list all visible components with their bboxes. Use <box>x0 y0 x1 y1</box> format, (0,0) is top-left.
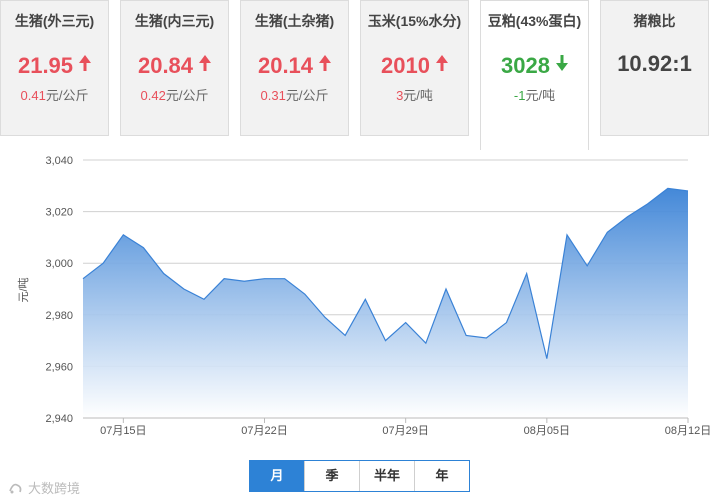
up-arrow-icon <box>79 51 92 77</box>
card-change: 0.31元/公斤 <box>260 88 329 103</box>
y-tick-label: 2,960 <box>45 361 73 373</box>
card-change: 0.41元/公斤 <box>20 88 89 103</box>
card-title: 玉米(15%水分) <box>367 13 462 29</box>
y-tick-label: 3,040 <box>45 155 73 167</box>
card-soymeal[interactable]: 豆粕(43%蛋白) 3028 -1元/吨 <box>480 0 589 150</box>
price-chart: 2,940 2,960 2,980 3,000 3,020 3,040 07月15日 07月2… <box>0 150 716 440</box>
tab-quarter[interactable]: 季 <box>304 461 359 491</box>
up-arrow-icon <box>435 51 448 77</box>
chart-svg: 2,940 2,960 2,980 3,000 3,020 3,040 07月15日 07月2… <box>17 155 711 437</box>
y-tick-label: 3,020 <box>45 207 73 219</box>
card-price: 20.14 <box>241 51 348 79</box>
card-title: 豆粕(43%蛋白) <box>487 13 582 29</box>
card-pig-local[interactable]: 生猪(土杂猪) 20.14 0.31元/公斤 <box>240 0 349 136</box>
card-change: 0.42元/公斤 <box>140 88 209 103</box>
x-tick-label: 08月05日 <box>524 425 570 437</box>
price-cards: 生猪(外三元) 21.95 0.41元/公斤 生猪(内三元) 20.84 0.4… <box>0 0 716 150</box>
card-pig-inner[interactable]: 生猪(内三元) 20.84 0.42元/公斤 <box>120 0 229 136</box>
tab-half-year[interactable]: 半年 <box>359 461 414 491</box>
card-title: 生猪(内三元) <box>134 13 215 29</box>
period-tabs: 月 季 半年 年 <box>249 460 470 492</box>
up-arrow-icon <box>199 51 212 77</box>
card-price: 21.95 <box>1 51 108 79</box>
down-arrow-icon <box>555 51 568 77</box>
card-pig-foreign[interactable]: 生猪(外三元) 21.95 0.41元/公斤 <box>0 0 109 136</box>
y-tick-label: 2,980 <box>45 310 73 322</box>
card-price: 20.84 <box>121 51 228 79</box>
watermark-text: 大数跨境 <box>28 481 81 496</box>
card-corn[interactable]: 玉米(15%水分) 2010 3元/吨 <box>360 0 469 136</box>
card-change: -1元/吨 <box>513 88 556 103</box>
card-change: 3元/吨 <box>396 88 433 103</box>
x-tick-label: 07月22日 <box>241 425 287 437</box>
tab-month[interactable]: 月 <box>250 461 304 491</box>
card-price: 2010 <box>361 51 468 79</box>
card-title: 猪粮比 <box>633 13 676 29</box>
card-title: 生猪(外三元) <box>14 13 95 29</box>
card-price: 10.92:1 <box>617 51 692 76</box>
watermark: 大数跨境 <box>8 478 80 497</box>
watermark-logo-icon <box>8 481 24 495</box>
tab-year[interactable]: 年 <box>414 461 469 491</box>
card-title: 生猪(土杂猪) <box>254 13 335 29</box>
card-pig-grain-ratio[interactable]: 猪粮比 10.92:1 <box>600 0 709 136</box>
x-tick-label: 07月15日 <box>100 425 146 437</box>
y-tick-label: 2,940 <box>45 413 73 425</box>
x-tick-label: 07月29日 <box>382 425 428 437</box>
y-axis-label: 元/吨 <box>17 277 30 302</box>
y-tick-label: 3,000 <box>45 258 73 270</box>
x-tick-label: 08月12日 <box>665 425 711 437</box>
series-area <box>83 188 688 418</box>
card-price: 3028 <box>481 51 588 79</box>
up-arrow-icon <box>319 51 332 77</box>
